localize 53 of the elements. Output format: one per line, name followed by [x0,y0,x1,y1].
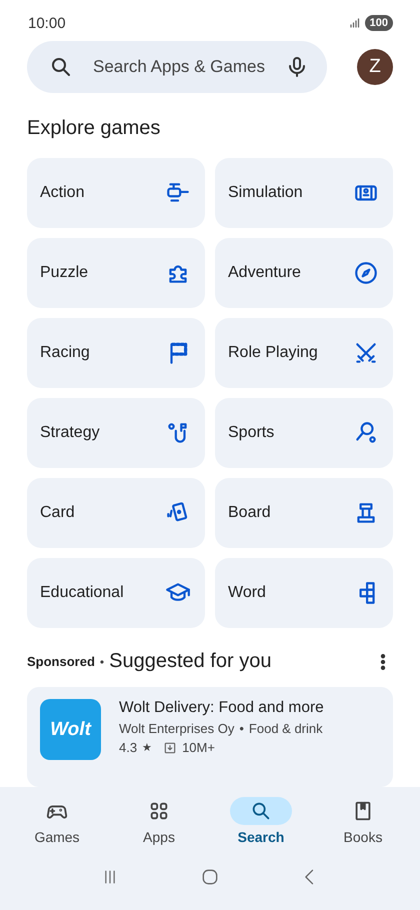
category-label: Role Playing [228,344,318,362]
star-icon: ★ [142,741,152,754]
search-icon [250,800,272,822]
category-label: Puzzle [40,264,88,282]
nav-tab[interactable]: Games [12,797,102,845]
nav-tab[interactable]: Books [318,797,408,845]
category-label: Board [228,504,271,522]
category-card[interactable]: Simulation [215,158,393,228]
battery-level: 100 [364,15,393,31]
category-card[interactable]: Word [215,558,393,628]
app-card[interactable]: Wolt Wolt Delivery: Food and more Wolt Enterprises Oy • Food & drink 4.3 ★ 10M+ [27,687,393,787]
category-label: Sports [228,424,274,442]
account-avatar[interactable]: Z [357,49,393,85]
category-card[interactable]: Board [215,478,393,548]
home-icon[interactable] [200,867,220,887]
section-title: Suggested for you [109,650,272,673]
category-card[interactable]: Adventure [215,238,393,308]
grid-icon [148,800,170,822]
separator-dot: • [239,721,244,736]
category-card[interactable]: Card [27,478,205,548]
category-label: Strategy [40,424,100,442]
search-input[interactable]: Search Apps & Games [91,56,267,78]
category-label: Word [228,584,266,602]
category-card[interactable]: Puzzle [27,238,205,308]
app-category: Food & drink [248,721,323,736]
category-card[interactable]: Racing [27,318,205,388]
category-card[interactable]: Role Playing [215,318,393,388]
clock-time: 10:00 [28,14,66,32]
section-title: Explore games [27,117,162,140]
search-icon [49,55,73,79]
search-bar[interactable]: Search Apps & Games [27,41,327,93]
category-label: Educational [40,584,124,602]
nav-tab[interactable]: Apps [114,797,204,845]
category-label: Action [40,184,84,202]
nav-tab[interactable]: Search [216,797,306,845]
app-name: Wolt Delivery: Food and more [119,699,324,717]
download-count: 10M+ [182,740,215,755]
sponsored-label: Sponsored [27,654,95,669]
app-logo: Wolt [40,699,101,760]
category-card[interactable]: Sports [215,398,393,468]
category-label: Card [40,504,75,522]
category-label: Racing [40,344,90,362]
category-card[interactable]: Educational [27,558,205,628]
app-rating: 4.3 [119,740,138,755]
category-label: Simulation [228,184,303,202]
category-icon [353,260,379,286]
category-card[interactable]: Action [27,158,205,228]
category-label: Adventure [228,264,301,282]
download-icon [163,740,178,754]
category-icon [353,340,379,366]
category-card[interactable]: Strategy [27,398,205,468]
separator-dot: • [100,654,104,668]
developer-name: Wolt Enterprises Oy [119,721,234,736]
